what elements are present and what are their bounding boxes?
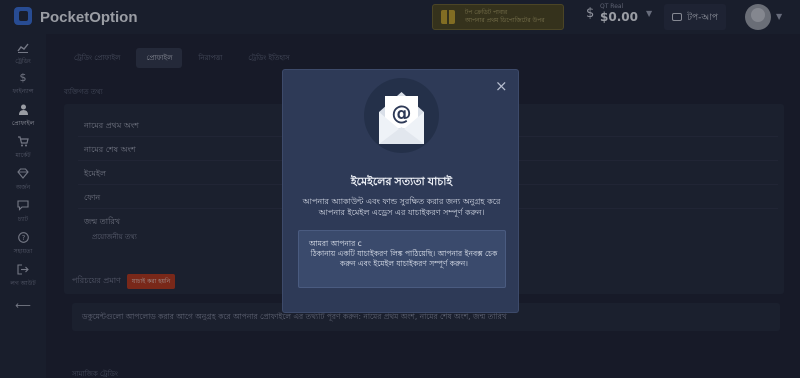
envelope-icon: @ xyxy=(364,78,439,153)
verification-sent-notice: আমরা আপনার c ঠিকানায় একটি যাচাইকরণ লিঙ্… xyxy=(298,230,506,288)
notice-text: ঠিকানায় একটি যাচাইকরণ লিঙ্ক পাঠিয়েছি। … xyxy=(310,249,498,268)
notice-text-first-line: আমরা আপনার c xyxy=(309,239,362,248)
modal-title: ইমেইলের সত্যতা যাচাই xyxy=(350,176,453,188)
modal-description: আপনার অ্যাকাউন্ট এবং ফান্ড সুরক্ষিত করার… xyxy=(302,197,501,217)
email-verification-modal: × @ ইমেইলের সত্যতা যাচাই আপনার অ্যাকাউন্… xyxy=(282,69,519,313)
svg-text:@: @ xyxy=(392,101,412,125)
close-icon[interactable]: × xyxy=(495,79,508,94)
